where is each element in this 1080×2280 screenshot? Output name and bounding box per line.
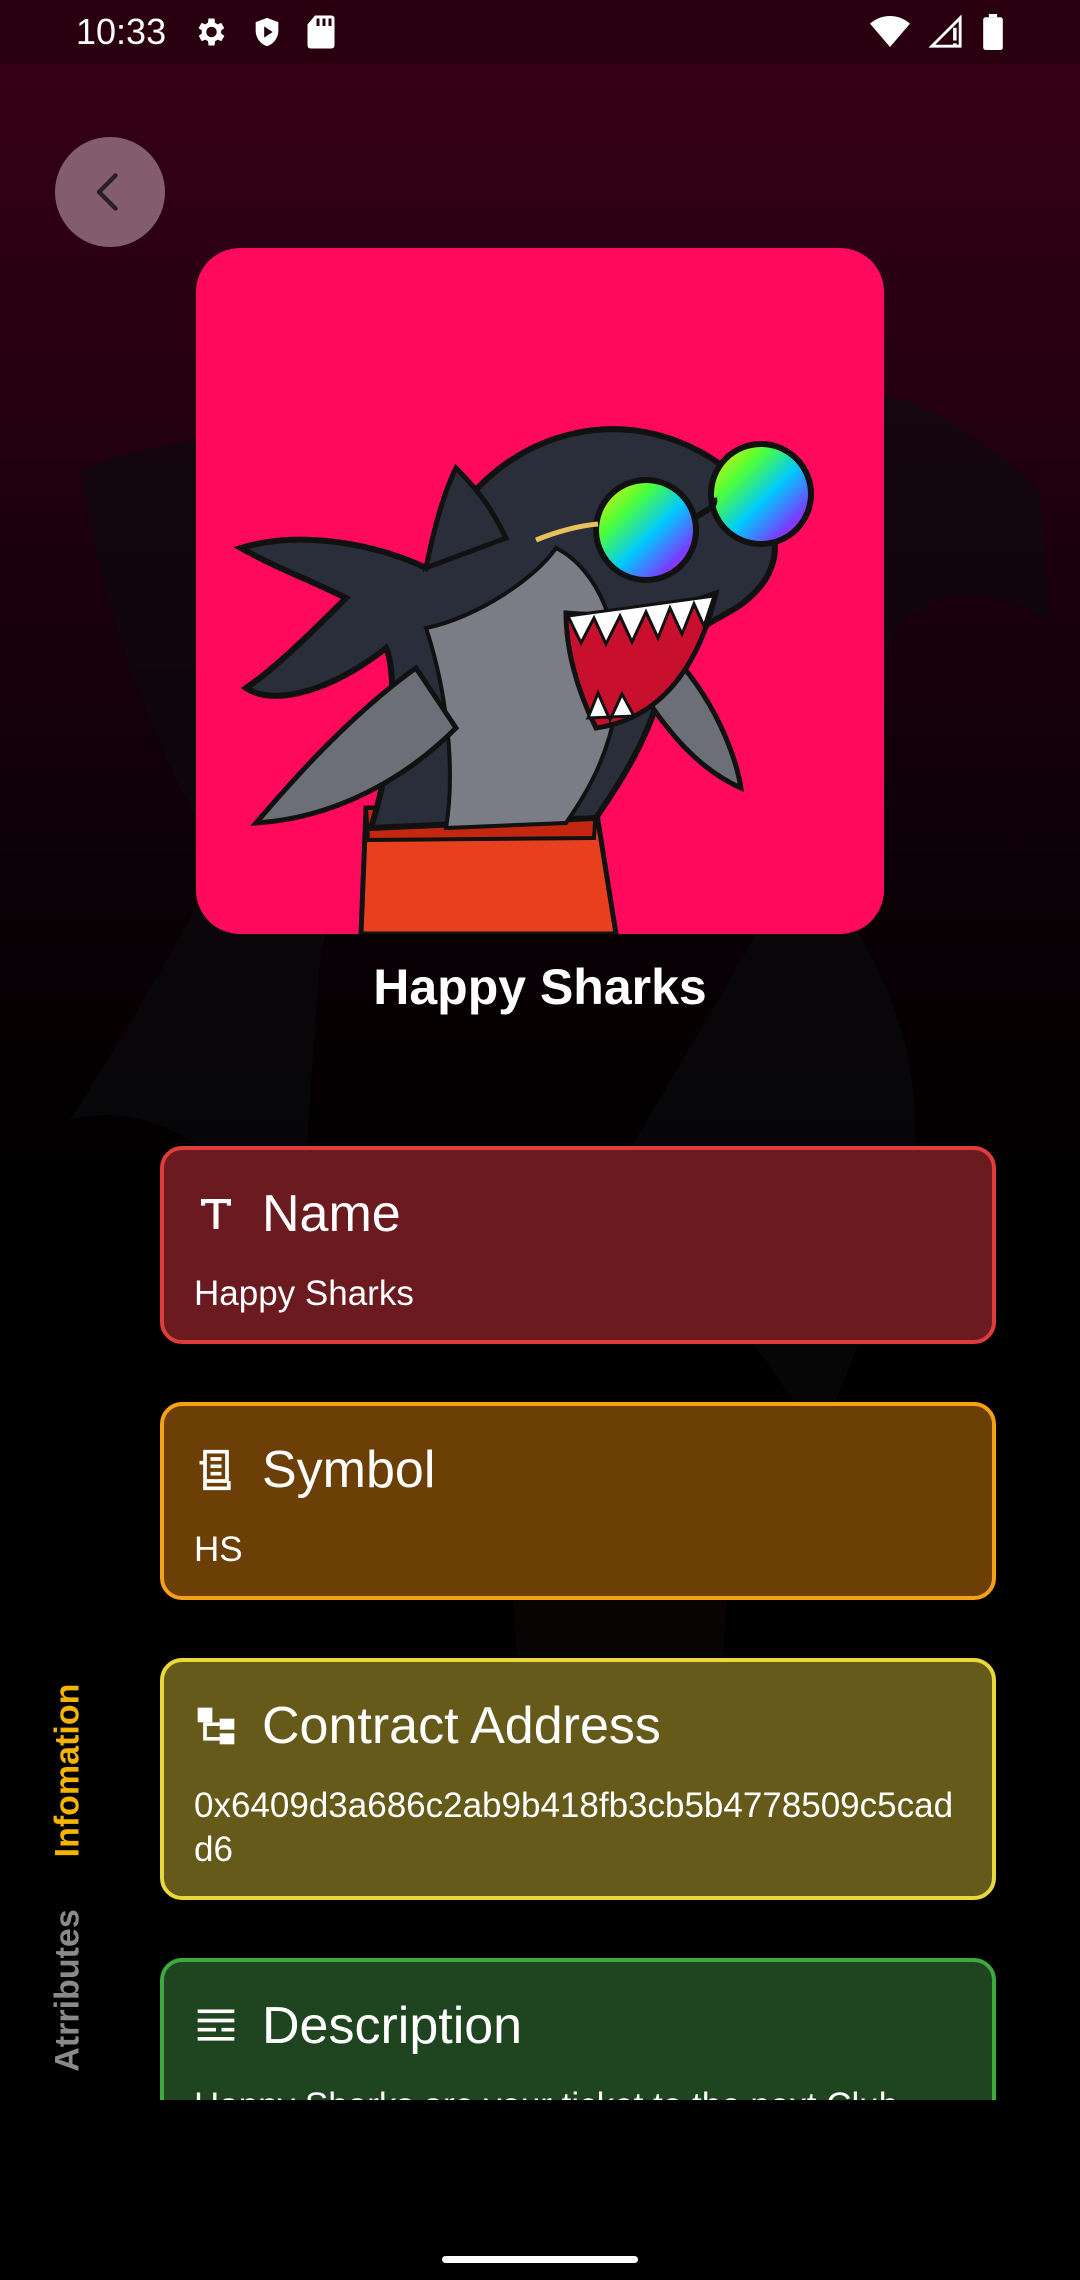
hierarchy-icon — [194, 1704, 238, 1748]
tab-information[interactable]: Infomation — [18, 1683, 118, 1857]
contract-address-label: Contract Address — [262, 1697, 661, 1755]
symbol-value: HS — [194, 1530, 243, 1569]
gear-icon — [198, 18, 225, 46]
tab-attributes[interactable]: Atrributes — [18, 1909, 118, 2071]
name-label: Name — [262, 1185, 401, 1243]
sd-card-icon — [307, 15, 335, 49]
home-indicator[interactable] — [442, 2256, 638, 2263]
description-value: Happy Sharks are your ticket to the next… — [194, 2084, 962, 2100]
description-card: Description Happy Sharks are your ticket… — [160, 1958, 996, 2100]
signal-icon — [928, 15, 962, 48]
battery-icon — [983, 14, 1003, 50]
tab-attributes-label: Atrributes — [48, 1908, 87, 2072]
contract-address-card: Contract Address 0x6409d3a686c2ab9b418fb… — [160, 1658, 996, 1900]
symbol-label: Symbol — [262, 1441, 436, 1499]
nft-image — [196, 248, 884, 934]
receipt-icon — [194, 1448, 238, 1492]
status-time: 10:33 — [76, 11, 167, 52]
tab-information-label: Infomation — [48, 1683, 87, 1857]
shield-icon — [255, 17, 279, 47]
name-value: Happy Sharks — [194, 1274, 414, 1313]
name-card: Name Happy Sharks — [160, 1146, 996, 1344]
status-bar: 10:33 — [0, 0, 1080, 64]
chevron-left-icon — [96, 173, 118, 211]
symbol-card: Symbol HS — [160, 1402, 996, 1600]
contract-address-value[interactable]: 0x6409d3a686c2ab9b418fb3cb5b4778509c5cad… — [194, 1784, 962, 1872]
description-label: Description — [262, 1997, 523, 2055]
shark-illustration — [233, 426, 814, 934]
back-button[interactable] — [55, 137, 165, 247]
nft-detail-screen: 10:33 Happy Sharks Infomation Atrributes… — [0, 0, 1080, 2280]
info-cards-list[interactable]: Name Happy Sharks Symbol HS Contract Add… — [158, 1140, 1000, 2100]
text-icon — [194, 1192, 238, 1236]
notes-icon — [194, 2004, 238, 2048]
wifi-icon — [870, 16, 910, 47]
nft-title: Happy Sharks — [373, 959, 707, 1015]
